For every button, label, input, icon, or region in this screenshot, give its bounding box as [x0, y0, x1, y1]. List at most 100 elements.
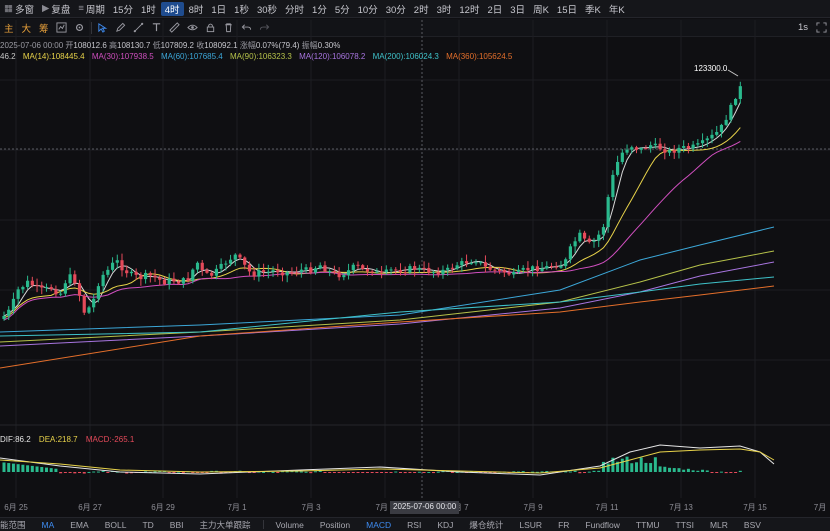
tab-mlr[interactable]: MLR [702, 520, 736, 530]
macd-bar [738, 470, 742, 472]
interval-5m[interactable]: 5分 [331, 0, 354, 17]
candle-body [502, 269, 506, 273]
candle-body [205, 270, 209, 273]
candle-body [559, 266, 563, 268]
candlestick-chart[interactable] [0, 20, 830, 502]
macd-dea: DEA:218.7 [38, 435, 78, 444]
candle-body [667, 150, 672, 153]
interval-3h[interactable]: 3时 [433, 0, 456, 17]
period-menu-label: 周期 [85, 4, 105, 16]
tab-macd[interactable]: MACD [358, 520, 399, 530]
interval-1h[interactable]: 1时 [137, 0, 160, 17]
candle-body [644, 148, 648, 150]
tab-liquidation[interactable]: 爆仓统计 [461, 519, 511, 531]
macd-bar [7, 463, 11, 472]
candle-body [125, 270, 129, 274]
tab-ma[interactable]: MA [34, 520, 63, 530]
macd-bar [403, 472, 407, 474]
replay-button[interactable]: ▶ 复盘 [38, 0, 74, 17]
tab-fr[interactable]: FR [550, 520, 577, 530]
interval-2d[interactable]: 2日 [483, 0, 506, 17]
tab-ttmu[interactable]: TTMU [628, 520, 668, 530]
interval-2h[interactable]: 2时 [410, 0, 433, 17]
candle-body [233, 254, 237, 260]
candle-body [21, 287, 25, 290]
candle-body [2, 315, 6, 319]
macd-bar [153, 471, 157, 473]
interval-4h[interactable]: 4时 [160, 1, 184, 16]
candle-body [106, 269, 110, 275]
candle-body [724, 119, 728, 125]
tab-td[interactable]: TD [134, 520, 161, 530]
tab-ema[interactable]: EMA [62, 520, 96, 530]
candle-body [408, 266, 412, 273]
tab-bsv[interactable]: BSV [736, 520, 769, 530]
candle-body [172, 278, 176, 282]
interval-12h[interactable]: 12时 [455, 0, 483, 17]
candle-body [285, 272, 289, 276]
candle-body [545, 266, 549, 269]
candle-body [682, 146, 686, 148]
tab-lsur[interactable]: LSUR [511, 520, 550, 530]
tab-range[interactable]: 能范围 [0, 519, 34, 531]
macd-bar [375, 472, 379, 473]
tab-bbi[interactable]: BBI [162, 520, 192, 530]
ma-legend-90: MA(90):106323.3 [230, 52, 292, 61]
candle-body [16, 289, 20, 299]
tab-rsi[interactable]: RSI [399, 520, 429, 530]
tab-volume[interactable]: Volume [268, 520, 312, 530]
interval-3d[interactable]: 3日 [506, 0, 529, 17]
high-value: 108130.7 [117, 41, 151, 50]
macd-bar [686, 468, 690, 472]
interval-15d[interactable]: 15日 [553, 0, 581, 17]
multi-window-button[interactable]: ▦ 多窗 [0, 0, 38, 17]
interval-8h[interactable]: 8时 [185, 0, 208, 17]
macd-bar [682, 469, 686, 472]
interval-30s[interactable]: 30秒 [253, 0, 281, 17]
candle-body [44, 287, 49, 289]
macd-bar [701, 469, 705, 472]
macd-dif: DIF:86.2 [0, 435, 31, 444]
interval-timeshare[interactable]: 分时 [281, 0, 308, 17]
interval-1w[interactable]: 周K [529, 0, 553, 17]
macd-bar [394, 471, 398, 473]
macd-bar [625, 456, 629, 472]
interval-30m[interactable]: 30分 [382, 0, 410, 17]
candle-body [134, 271, 138, 275]
tab-large-order[interactable]: 主力大单跟踪 [191, 519, 258, 531]
candle-body [210, 272, 214, 276]
macd-bar [436, 471, 440, 473]
tab-boll[interactable]: BOLL [97, 520, 135, 530]
candle-body [639, 148, 643, 150]
tab-fundflow[interactable]: Fundflow [577, 520, 628, 530]
amplitude-value: 0.30% [317, 41, 341, 50]
candle-body [337, 271, 341, 278]
macd-bar [597, 470, 601, 472]
candle-body [59, 293, 63, 295]
tab-ttsi[interactable]: TTSI [668, 520, 702, 530]
interval-1d[interactable]: 1日 [207, 0, 230, 17]
period-menu-button[interactable]: ≡ 周期 [74, 0, 109, 17]
interval-1m[interactable]: 1分 [308, 0, 331, 17]
macd-bar [422, 472, 426, 473]
indicator-tabs: 能范围 MA EMA BOLL TD BBI 主力大单跟踪 Volume Pos… [0, 517, 830, 531]
candle-body [616, 161, 620, 175]
candle-body [26, 280, 30, 288]
interval-1s[interactable]: 1秒 [230, 0, 253, 17]
macd-bar [78, 472, 82, 473]
crosshair-time-label: 2025-07-06 00:00 [390, 501, 460, 514]
macd-bar [672, 468, 676, 472]
candle-body [266, 271, 270, 273]
interval-year[interactable]: 年K [605, 0, 629, 17]
candle-body [252, 271, 256, 277]
interval-quarter[interactable]: 季K [581, 0, 605, 17]
candle-body [403, 272, 407, 274]
candle-body [120, 260, 124, 271]
tab-position[interactable]: Position [312, 520, 358, 530]
candle-body [257, 270, 261, 277]
tab-kdj[interactable]: KDJ [429, 520, 461, 530]
interval-10m[interactable]: 10分 [354, 0, 382, 17]
top-toolbar: ▦ 多窗 ▶ 复盘 ≡ 周期 15分 1时 4时 8时 1日 1秒 30秒 分时… [0, 0, 830, 18]
interval-15m[interactable]: 15分 [109, 0, 137, 17]
high-label: 高 [109, 41, 118, 50]
